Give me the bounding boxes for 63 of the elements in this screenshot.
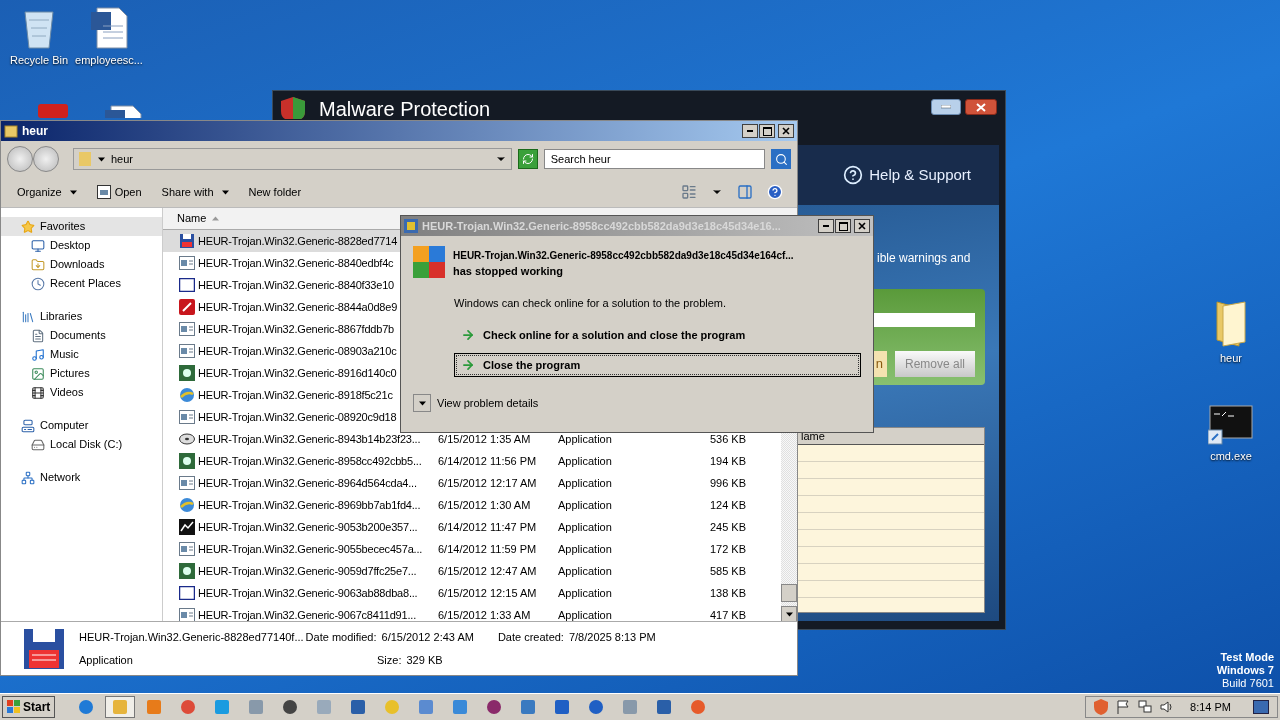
type-cell-text: Application	[558, 475, 613, 491]
type-cell-text: Application	[558, 453, 613, 469]
description-text: ible warnings and	[877, 250, 972, 267]
date-modified-value: 6/15/2012 2:43 AM	[381, 630, 474, 645]
os-notice-text: Test Mode	[1220, 651, 1274, 664]
date-cell-text: 6/15/2012 1:35 AM	[438, 431, 532, 447]
size-cell-text: 245 KB	[708, 519, 746, 535]
date-modified-label: Date modified:	[305, 630, 377, 645]
file-name: HEUR-Trojan.Win32.Generic-9055becec457a...	[198, 541, 423, 557]
type-cell-text: Application	[558, 541, 613, 557]
size-cell-text: 536 KB	[708, 431, 746, 447]
error-heading: has stopped working	[453, 264, 564, 279]
file-type: Application	[79, 652, 134, 668]
date-cell-text: 6/14/2012 11:56 PM	[438, 453, 538, 469]
window-title: HEUR-Trojan.Win32.Generic-8958cc492cbb582da9d3e18c45d34e16...	[422, 218, 781, 234]
type-cell-text: Application	[558, 607, 613, 621]
type-cell-text: Application	[558, 497, 613, 513]
file-name: HEUR-Trojan.Win32.Generic-8867fddb7b	[198, 321, 394, 337]
file-name: HEUR-Trojan.Win32.Generic-08903a210c	[198, 343, 397, 359]
file-name: HEUR-Trojan.Win32.Generic-8844a0d8e9	[198, 299, 398, 315]
date-cell-text: 6/15/2012 1:30 AM	[438, 497, 532, 513]
file-name: HEUR-Trojan.Win32.Generic-9059d7ffc25e7...	[198, 563, 417, 579]
date-created-value: 7/8/2025 8:13 PM	[568, 630, 656, 645]
file-name: HEUR-Trojan.Win32.Generic-9063ab88dba8...	[198, 585, 418, 601]
file-name: HEUR-Trojan.Win32.Generic-8918f5c21c	[198, 387, 393, 403]
size-cell-text: 996 KB	[708, 475, 746, 491]
os-notice-text: Windows 7	[1216, 664, 1274, 677]
file-name: HEUR-Trojan.Win32.Generic-8840edbf4c	[198, 255, 394, 271]
file-name: HEUR-Trojan.Win32.Generic-8828ed77140f...	[79, 630, 304, 645]
window-title: heur	[22, 123, 48, 140]
file-name: HEUR-Trojan.Win32.Generic-8840f33e10	[198, 277, 394, 293]
file-name: HEUR-Trojan.Win32.Generic-8969bb7ab1fd4...	[198, 497, 421, 513]
file-name: HEUR-Trojan.Win32.Generic-8943b14b23f23...	[198, 431, 421, 447]
error-heading: HEUR-Trojan.Win32.Generic-8958cc492cbb582da9d3e18c45d34e164cf...	[453, 249, 794, 263]
file-name: HEUR-Trojan.Win32.Generic-8828ed7714	[198, 233, 398, 249]
size-label: Size:	[377, 652, 402, 668]
file-name: HEUR-Trojan.Win32.Generic-08920c9d18	[198, 409, 397, 425]
date-cell-text: 6/15/2012 1:33 AM	[438, 607, 532, 621]
type-cell-text: Application	[558, 585, 613, 601]
date-cell-text: 6/15/2012 12:47 AM	[438, 563, 538, 579]
size-cell-text: 138 KB	[708, 585, 746, 601]
file-name: HEUR-Trojan.Win32.Generic-8916d140c0	[198, 365, 397, 381]
file-name: HEUR-Trojan.Win32.Generic-9053b200e357...	[198, 519, 418, 535]
type-cell-text: Application	[558, 563, 613, 579]
size-cell-text: 194 KB	[708, 453, 746, 469]
type-cell-text: Application	[558, 431, 613, 447]
size-value: 329 KB	[406, 652, 443, 668]
date-cell-text: 6/15/2012 12:17 AM	[438, 475, 538, 491]
window-title: Malware Protection	[319, 98, 491, 120]
file-name: HEUR-Trojan.Win32.Generic-9067c8411d91...	[198, 607, 417, 621]
size-cell-text: 172 KB	[708, 541, 746, 557]
date-cell-text: 6/14/2012 11:59 PM	[438, 541, 538, 557]
file-name: HEUR-Trojan.Win32.Generic-8958cc492cbb5...	[198, 453, 422, 469]
error-message: Windows can check online for a solution to the problem.	[454, 295, 728, 311]
os-notice-text: Build 7601	[1222, 677, 1274, 690]
date-cell-text: 6/15/2012 12:15 AM	[438, 585, 538, 601]
size-cell-text: 417 KB	[708, 607, 746, 621]
file-name: HEUR-Trojan.Win32.Generic-8964d564cda4...	[198, 475, 417, 491]
size-cell-text: 585 KB	[708, 563, 746, 579]
type-cell-text: Application	[558, 519, 613, 535]
date-created-label: Date created:	[497, 630, 564, 645]
date-cell-text: 6/14/2012 11:47 PM	[438, 519, 538, 535]
size-cell-text: 124 KB	[708, 497, 746, 513]
